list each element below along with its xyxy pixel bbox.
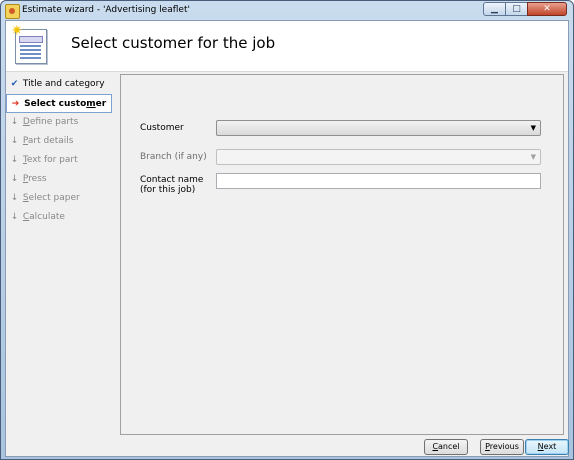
content-panel: Customer ▼ Branch (if any) ▼ Contact nam… [120, 74, 564, 435]
step-title-and-category[interactable]: ✔ Title and category [6, 75, 116, 94]
close-icon: ✕ [543, 4, 551, 14]
window-title: Estimate wizard - 'Advertising leaflet' [22, 5, 190, 15]
page-title: Select customer for the job [71, 34, 276, 52]
checkmark-icon: ✔ [10, 79, 19, 89]
arrow-right-icon: ➔ [11, 99, 20, 109]
maximize-icon: □ [512, 4, 521, 14]
step-select-paper[interactable]: ↓ Select paper [6, 189, 116, 208]
step-select-customer[interactable]: ➔ Select customer [6, 94, 112, 113]
next-button[interactable]: Next [525, 439, 569, 455]
maximize-button[interactable]: □ [505, 2, 528, 16]
arrow-down-icon: ↓ [10, 193, 19, 203]
wizard-client-area: ✷ Select customer for the job ✔ Title an… [5, 20, 569, 457]
step-text-for-part[interactable]: ↓ Text for part [6, 151, 116, 170]
arrow-down-icon: ↓ [10, 136, 19, 146]
minimize-icon: ▁ [491, 4, 498, 14]
branch-label: Branch (if any) [140, 152, 207, 162]
contact-label: Contact name (for this job) [140, 175, 204, 195]
step-press[interactable]: ↓ Press [6, 170, 116, 189]
dropdown-arrow-icon: ▼ [530, 124, 536, 132]
title-bar[interactable]: Estimate wizard - 'Advertising leaflet' … [1, 1, 573, 20]
wizard-steps: ✔ Title and category ➔ Select customer ↓… [6, 75, 116, 227]
customer-label: Customer [140, 123, 184, 133]
step-part-details[interactable]: ↓ Part details [6, 132, 116, 151]
minimize-button[interactable]: ▁ [483, 2, 506, 16]
customer-select[interactable]: ▼ [216, 120, 541, 136]
document-form-icon: ✷ [11, 24, 47, 64]
arrow-down-icon: ↓ [10, 174, 19, 184]
wizard-header: ✷ Select customer for the job [6, 21, 568, 72]
wizard-window: Estimate wizard - 'Advertising leaflet' … [0, 0, 574, 460]
dropdown-arrow-icon: ▼ [530, 153, 536, 161]
step-define-parts[interactable]: ↓ Define parts [6, 113, 116, 132]
contact-name-input[interactable] [216, 173, 541, 189]
cancel-button[interactable]: Cancel [424, 439, 468, 455]
arrow-down-icon: ↓ [10, 117, 19, 127]
arrow-down-icon: ↓ [10, 212, 19, 222]
arrow-down-icon: ↓ [10, 155, 19, 165]
caption-buttons: ▁ □ ✕ [483, 2, 567, 18]
previous-button[interactable]: Previous [480, 439, 524, 455]
step-calculate[interactable]: ↓ Calculate [6, 208, 116, 227]
branch-select[interactable]: ▼ [216, 149, 541, 165]
close-button[interactable]: ✕ [527, 2, 567, 16]
app-icon [5, 4, 20, 19]
